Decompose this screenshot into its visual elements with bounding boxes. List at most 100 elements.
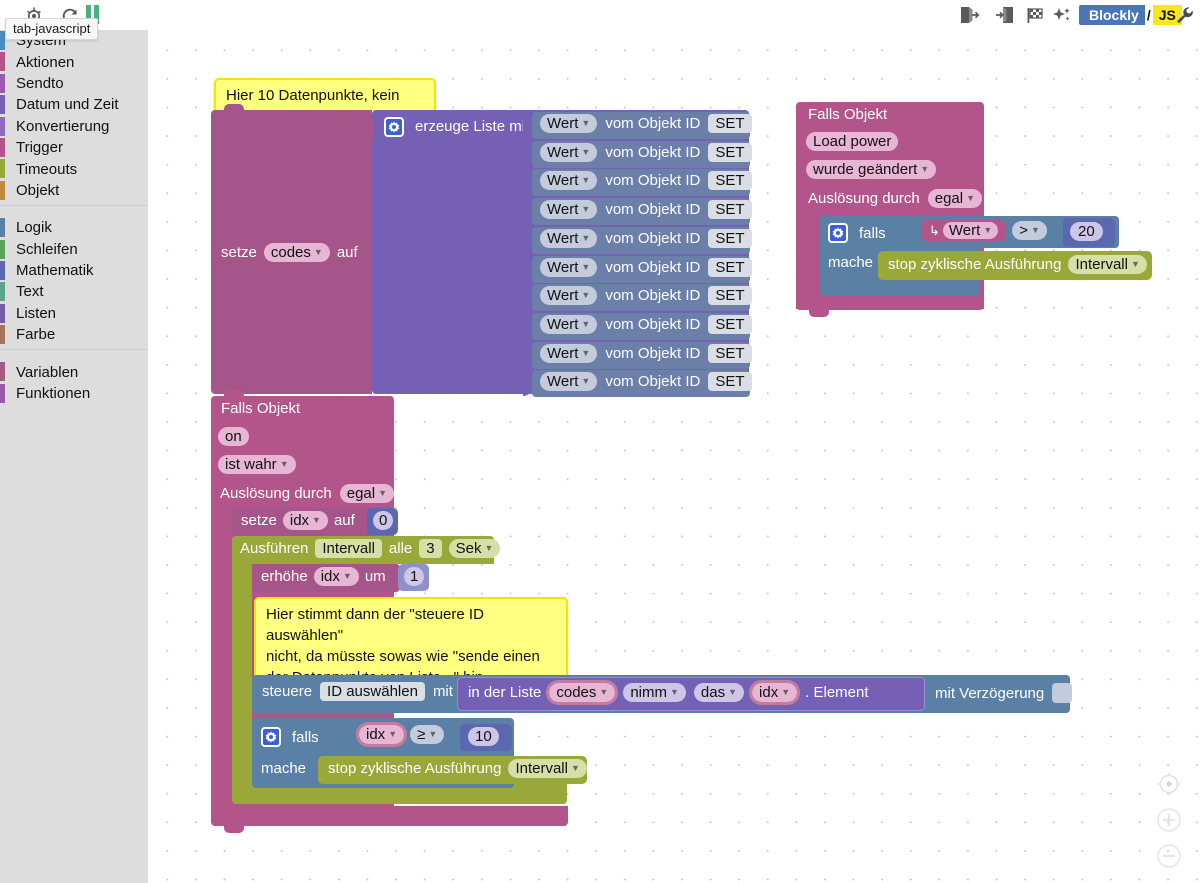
sidebar-item-datum-und-zeit[interactable]: Datum und Zeit: [0, 94, 148, 115]
number-field[interactable]: 0: [373, 511, 394, 530]
object-id-value-block[interactable]: Wert ▼ vom Objekt ID SET: [532, 169, 752, 197]
object-id-field[interactable]: SET: [708, 257, 752, 277]
stop-target-dropdown[interactable]: Intervall ▼: [1068, 255, 1147, 274]
variable-dropdown-codes[interactable]: codes ▼: [263, 243, 330, 262]
value-type-dropdown[interactable]: Wert ▼: [540, 372, 598, 392]
variable-dropdown-idx[interactable]: idx ▼: [313, 567, 359, 586]
import-blocks-icon[interactable]: [993, 4, 1017, 26]
set-idx-number-block[interactable]: 0: [367, 508, 398, 535]
zoom-center-icon[interactable]: [1154, 769, 1184, 799]
create-list-block[interactable]: erzeuge Liste mit Wert ▼ vom Objekt ID SET W…: [365, 110, 752, 398]
sidebar-item-farbe[interactable]: Farbe: [0, 324, 148, 345]
compare-block-main[interactable]: idx ▼ ≥ ▼: [352, 722, 464, 752]
trigger-on-condition-dropdown[interactable]: ist wahr ▼: [218, 455, 296, 474]
value-getter-block[interactable]: ↳ Wert ▼: [921, 220, 1007, 241]
value-type-dropdown[interactable]: Wert ▼: [540, 257, 598, 277]
list-variable-dropdown[interactable]: codes ▼: [546, 680, 619, 705]
stop-interval-block-main[interactable]: stop zyklische Ausführung Intervall ▼: [318, 756, 587, 784]
increment-idx-block[interactable]: erhöhe idx ▼ um: [252, 564, 400, 592]
value-type-dropdown[interactable]: Wert ▼: [540, 114, 598, 133]
mutator-gear-icon[interactable]: [261, 727, 281, 747]
sidebar-item-objekt[interactable]: Objekt: [0, 180, 148, 201]
sidebar-item-timeouts[interactable]: Timeouts: [0, 158, 148, 179]
wrench-icon[interactable]: [1173, 4, 1197, 26]
object-id-field[interactable]: SET: [708, 114, 752, 133]
trigger-by-dropdown[interactable]: egal ▼: [927, 189, 983, 208]
object-id-value-block[interactable]: Wert ▼ vom Objekt ID SET: [532, 341, 752, 369]
number-block-main[interactable]: 10: [460, 724, 512, 751]
variable-dropdown-idx[interactable]: idx ▼: [282, 511, 328, 530]
operator-dropdown[interactable]: ≥ ▼: [410, 725, 445, 744]
sidebar-item-sendto[interactable]: Sendto: [0, 73, 148, 94]
sparkle-icon[interactable]: [1051, 4, 1075, 26]
sidebar-item-aktionen[interactable]: Aktionen: [0, 51, 148, 72]
sidebar-item-funktionen[interactable]: Funktionen: [0, 383, 148, 404]
object-id-field[interactable]: SET: [708, 171, 752, 191]
sidebar-item-listen[interactable]: Listen: [0, 303, 148, 324]
export-blocks-icon[interactable]: [957, 4, 981, 26]
object-id-value-block[interactable]: Wert ▼ vom Objekt ID SET: [532, 140, 752, 168]
blockly-workspace[interactable]: Hier 10 Datenpunkte, kein Text setze cod…: [148, 30, 1200, 883]
increment-number-block[interactable]: 1: [398, 564, 429, 591]
trigger-by-dropdown[interactable]: egal ▼: [339, 484, 395, 503]
sidebar-item-text[interactable]: Text: [0, 281, 148, 302]
interval-unit-dropdown[interactable]: Sek ▼: [448, 539, 501, 558]
object-id-value-block[interactable]: Wert ▼ vom Objekt ID SET: [532, 370, 752, 398]
object-id-value-block[interactable]: Wert ▼ vom Objekt ID SET: [532, 198, 752, 226]
stop-interval-block-right[interactable]: stop zyklische Ausführung Intervall ▼: [878, 251, 1152, 280]
object-id-field[interactable]: SET: [708, 314, 752, 334]
trigger-on-objectid-field[interactable]: on: [218, 427, 249, 446]
zoom-in-icon[interactable]: [1154, 805, 1184, 835]
operator-dropdown[interactable]: > ▼: [1012, 221, 1047, 240]
delay-input[interactable]: [1052, 683, 1073, 703]
row-input-connector: [523, 288, 532, 311]
checkered-flag-icon[interactable]: [1024, 4, 1048, 26]
trigger-condition-dropdown[interactable]: wurde geändert ▼: [806, 160, 937, 179]
index-variable-dropdown[interactable]: idx ▼: [749, 680, 801, 705]
sidebar-item-mathematik[interactable]: Mathematik: [0, 260, 148, 281]
stop-target-dropdown[interactable]: Intervall ▼: [508, 759, 587, 778]
object-id-value-block[interactable]: Wert ▼ vom Objekt ID SET: [532, 112, 752, 139]
value-dropdown[interactable]: Wert ▼: [942, 222, 999, 239]
object-id-selector-field[interactable]: ID auswählen: [320, 682, 425, 701]
interval-amount-field[interactable]: 3: [419, 539, 442, 558]
value-type-dropdown[interactable]: Wert ▼: [540, 142, 598, 162]
number-field[interactable]: 20: [1070, 222, 1103, 241]
object-id-value-block[interactable]: Wert ▼ vom Objekt ID SET: [532, 255, 752, 283]
interval-mode-field[interactable]: Intervall: [315, 539, 382, 558]
take-dropdown[interactable]: nimm ▼: [623, 683, 686, 702]
value-type-dropdown[interactable]: Wert ▼: [540, 314, 598, 334]
number-field[interactable]: 10: [468, 727, 499, 746]
sidebar-item-konvertierung[interactable]: Konvertierung: [0, 116, 148, 137]
object-id-value-block[interactable]: Wert ▼ vom Objekt ID SET: [532, 284, 752, 312]
the-dropdown[interactable]: das ▼: [693, 683, 745, 702]
mutator-gear-icon[interactable]: [384, 116, 404, 137]
number-block-right[interactable]: 20: [1063, 218, 1115, 247]
value-type-dropdown[interactable]: Wert ▼: [540, 228, 598, 248]
object-id-value-block[interactable]: Wert ▼ vom Objekt ID SET: [532, 226, 752, 254]
value-type-dropdown[interactable]: Wert ▼: [540, 200, 598, 220]
blockly-js-toggle[interactable]: Blockly / JS: [1079, 5, 1182, 25]
sidebar-item-variablen[interactable]: Variablen: [0, 361, 148, 382]
object-id-field[interactable]: SET: [708, 343, 752, 363]
set-idx-block[interactable]: setze idx ▼ auf: [232, 508, 372, 536]
sidebar-item-logik[interactable]: Logik: [0, 217, 148, 238]
object-id-field[interactable]: SET: [708, 142, 752, 162]
object-id-field[interactable]: SET: [708, 200, 752, 220]
set-variable-block[interactable]: setze codes ▼ auf: [211, 110, 372, 394]
object-id-field[interactable]: SET: [708, 372, 752, 392]
value-type-dropdown[interactable]: Wert ▼: [540, 343, 598, 363]
zoom-out-icon[interactable]: [1154, 841, 1184, 871]
trigger-objectid-field[interactable]: Load power: [806, 132, 899, 151]
value-type-dropdown[interactable]: Wert ▼: [540, 171, 598, 191]
sidebar-item-schleifen[interactable]: Schleifen: [0, 239, 148, 260]
number-field[interactable]: 1: [404, 567, 425, 586]
list-index-block[interactable]: in der Liste codes ▼ nimm ▼ das ▼ idx ▼ …: [457, 677, 925, 711]
object-id-value-block[interactable]: Wert ▼ vom Objekt ID SET: [532, 312, 752, 340]
object-id-field[interactable]: SET: [708, 286, 752, 306]
value-type-dropdown[interactable]: Wert ▼: [540, 286, 598, 306]
sidebar-item-trigger[interactable]: Trigger: [0, 137, 148, 158]
left-variable-dropdown[interactable]: idx ▼: [355, 722, 408, 747]
mutator-gear-icon[interactable]: [828, 223, 848, 243]
object-id-field[interactable]: SET: [708, 228, 752, 248]
